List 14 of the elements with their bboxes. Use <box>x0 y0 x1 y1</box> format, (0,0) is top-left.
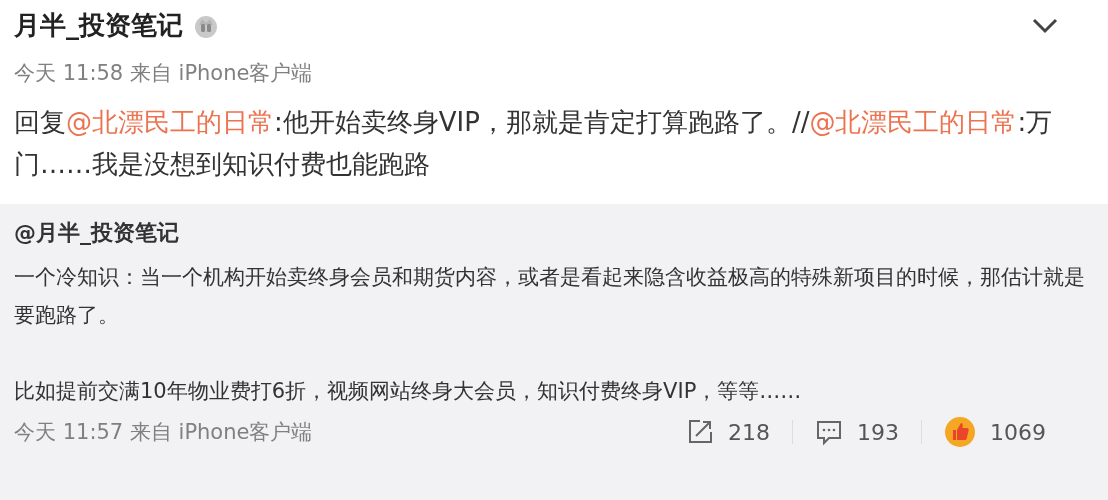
chevron-down-icon[interactable] <box>1032 17 1058 34</box>
share-button[interactable]: 218 <box>686 418 770 446</box>
post-meta: 今天 11:58 来自 iPhone客户端 <box>14 60 313 87</box>
thumbs-up-icon <box>944 416 976 448</box>
share-icon <box>686 418 714 446</box>
repost-text: 比如提前交满10年物业费打6折，视频网站终身大会员，知识付费终身VIP，等等…… <box>14 378 803 405</box>
post-text: 回复@北漂民工的日常:他开始卖终身VIP，那就是肯定打算跑路了。//@北漂民工的日常:万门……我是没想到知识付费也能跑路 <box>14 106 1054 181</box>
like-button[interactable]: 1069 <box>944 416 1046 448</box>
repost-text: 一个冷知识：当一个机构开始卖终身会员和期货内容，或者是看起来隐含收益极高的特殊新项目的时候，那估计就是要跑路了。 <box>14 264 1086 329</box>
author-name[interactable]: 月半_投资笔记 <box>14 8 183 43</box>
comment-icon <box>815 418 843 446</box>
repost-meta: 今天 11:57 来自 iPhone客户端 <box>14 419 313 446</box>
comment-button[interactable]: 193 <box>815 418 899 446</box>
repost-author[interactable]: @月半_投资笔记 <box>14 218 1094 248</box>
